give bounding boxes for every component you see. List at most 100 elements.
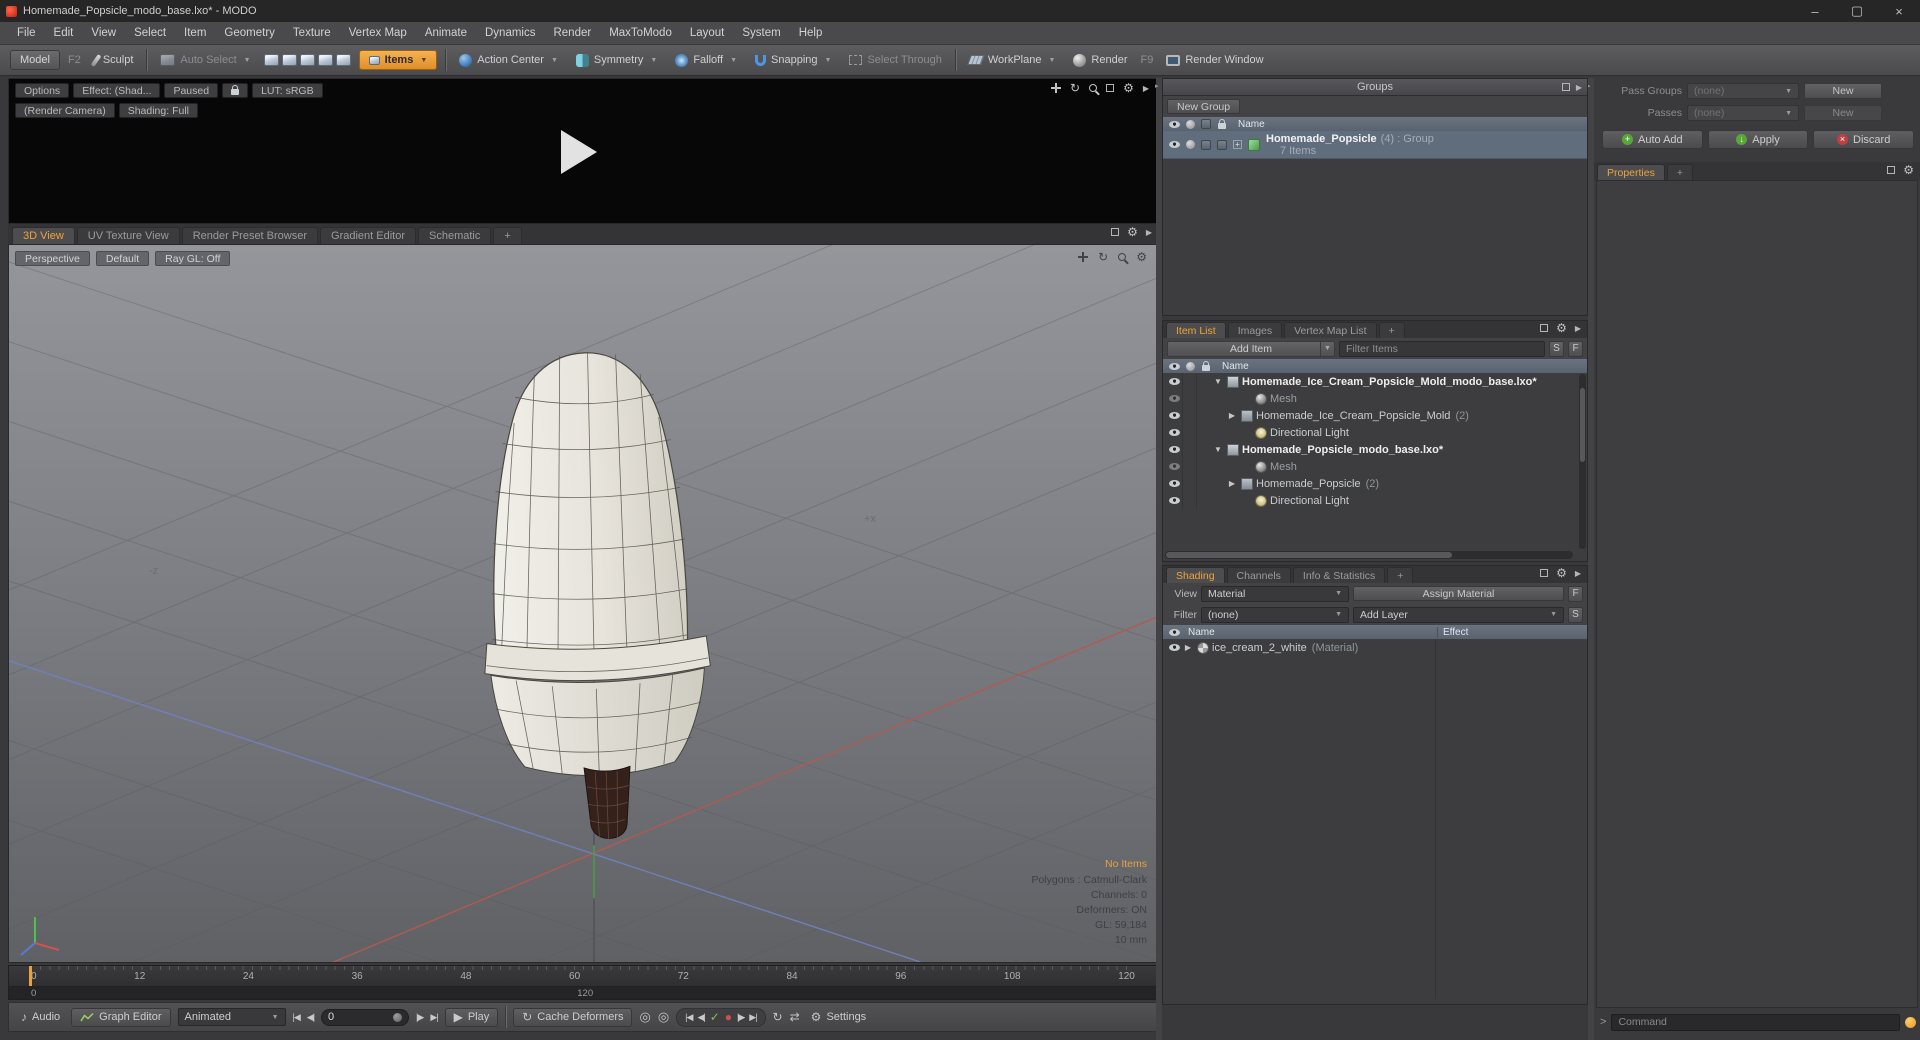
menu-dynamics[interactable]: Dynamics bbox=[476, 22, 544, 45]
panel-menu-icon[interactable]: ▶ bbox=[1143, 84, 1149, 93]
settings-button[interactable]: ⚙ Settings bbox=[807, 1008, 871, 1027]
maximize-panel-icon[interactable] bbox=[1887, 166, 1896, 174]
tab-properties[interactable]: Properties bbox=[1597, 164, 1665, 180]
horizontal-scrollbar[interactable] bbox=[1165, 551, 1573, 559]
item-row-mesh[interactable]: Mesh bbox=[1163, 458, 1587, 475]
shading-filter-select[interactable]: (none) ▼ bbox=[1201, 606, 1349, 623]
material-row[interactable]: ▶ ice_cream_2_white (Material) bbox=[1163, 639, 1587, 656]
visibility-eye-icon[interactable] bbox=[1168, 378, 1180, 385]
tab-gradient-editor[interactable]: Gradient Editor bbox=[320, 227, 416, 244]
shading-f-button[interactable]: F bbox=[1568, 585, 1583, 602]
expand-arrow-icon[interactable]: ▶ bbox=[1226, 479, 1238, 488]
symmetry-button[interactable]: Symmetry ▼ bbox=[571, 50, 662, 70]
vertices-mode-icon[interactable] bbox=[263, 54, 279, 66]
add-tab-button[interactable]: + bbox=[493, 227, 522, 244]
filter-items-input[interactable]: Filter Items bbox=[1339, 340, 1545, 357]
preview-options-button[interactable]: Options bbox=[15, 83, 70, 98]
item-row-homemade-ice-cream-popsicle-mold-modo-base-lxo[interactable]: ▼ Homemade_Ice_Cream_Popsicle_Mold_modo_b… bbox=[1163, 373, 1587, 390]
perspective-button[interactable]: Perspective bbox=[15, 251, 90, 266]
visibility-eye-icon[interactable] bbox=[1168, 395, 1180, 402]
preview-shading-button[interactable]: Shading: Full bbox=[118, 103, 198, 118]
visibility-eye-icon[interactable] bbox=[1168, 644, 1180, 651]
tab-render-preset-browser[interactable]: Render Preset Browser bbox=[181, 227, 319, 244]
tab-info-statistics[interactable]: Info & Statistics bbox=[1292, 567, 1386, 583]
panel-menu-icon[interactable]: ▶ bbox=[1146, 228, 1152, 237]
tab-3d-view[interactable]: 3D View bbox=[12, 227, 75, 244]
gear-icon[interactable]: ⚙ bbox=[1127, 226, 1138, 238]
visibility-eye-icon[interactable] bbox=[1168, 463, 1180, 470]
menu-help[interactable]: Help bbox=[790, 22, 832, 45]
expand-arrow-icon[interactable]: ▼ bbox=[1212, 445, 1224, 454]
passes-select[interactable]: (none) ▼ bbox=[1687, 105, 1799, 121]
pass-groups-select[interactable]: (none) ▼ bbox=[1687, 83, 1799, 99]
menu-geometry[interactable]: Geometry bbox=[215, 22, 284, 45]
action-center-button[interactable]: Action Center ▼ bbox=[454, 50, 563, 70]
command-history-icon[interactable] bbox=[1905, 1016, 1916, 1028]
visibility-eye-icon[interactable] bbox=[1168, 412, 1180, 419]
snapping-button[interactable]: Snapping ▼ bbox=[750, 50, 836, 70]
items-mode-button[interactable]: Items ▼ bbox=[358, 50, 438, 70]
tab-uv-texture-view[interactable]: UV Texture View bbox=[76, 227, 180, 244]
menu-vertex-map[interactable]: Vertex Map bbox=[340, 22, 416, 45]
visibility-eye-icon[interactable] bbox=[1168, 446, 1180, 453]
render-toggle-icon[interactable] bbox=[1185, 140, 1195, 149]
center-mode-icon[interactable] bbox=[335, 54, 351, 66]
actor-icon[interactable]: ◎ bbox=[639, 1009, 650, 1025]
maximize-panel-icon[interactable] bbox=[1561, 83, 1570, 91]
menu-system[interactable]: System bbox=[733, 22, 789, 45]
maximize-panel-icon[interactable] bbox=[1111, 228, 1120, 236]
selected-filter-button[interactable]: S bbox=[1549, 340, 1564, 357]
prev-key-alt-button[interactable]: ◀| bbox=[697, 1012, 705, 1023]
gear-icon[interactable]: ⚙ bbox=[1556, 322, 1567, 334]
maximize-panel-icon[interactable] bbox=[1540, 569, 1549, 577]
default-shading-button[interactable]: Default bbox=[95, 251, 150, 266]
shading-s-button[interactable]: S bbox=[1568, 606, 1583, 623]
menu-file[interactable]: File bbox=[8, 22, 45, 45]
pan-icon[interactable] bbox=[1078, 252, 1089, 262]
new-pass-button[interactable]: New bbox=[1804, 105, 1882, 121]
chevron-down-icon[interactable]: ▼ bbox=[1320, 341, 1334, 356]
gear-icon[interactable]: ⚙ bbox=[1123, 82, 1134, 94]
item-row-directional-light[interactable]: Directional Light bbox=[1163, 424, 1587, 441]
visibility-eye-icon[interactable] bbox=[1168, 480, 1180, 487]
tab-images[interactable]: Images bbox=[1227, 322, 1283, 338]
panel-menu-icon[interactable]: ▶ bbox=[1576, 83, 1582, 92]
rotate-icon[interactable]: ↻ bbox=[1098, 251, 1108, 263]
gear-icon[interactable]: ⚙ bbox=[1556, 567, 1567, 579]
preview-paused-button[interactable]: Paused bbox=[164, 83, 219, 98]
item-row-directional-light[interactable]: Directional Light bbox=[1163, 492, 1587, 509]
materials-mode-icon[interactable] bbox=[317, 54, 333, 66]
panel-menu-icon[interactable]: ▶ bbox=[1575, 569, 1581, 578]
polygons-mode-icon[interactable] bbox=[299, 54, 315, 66]
new-group-button[interactable]: New Group bbox=[1167, 99, 1241, 114]
cache-deformers-button[interactable]: ↻ Cache Deformers bbox=[513, 1007, 633, 1027]
filter-button[interactable]: F bbox=[1568, 340, 1583, 357]
playback-mode-select[interactable]: Animated ▼ bbox=[177, 1008, 286, 1026]
next-key-button[interactable]: |▶ bbox=[737, 1012, 745, 1023]
popsicle-model[interactable] bbox=[474, 348, 717, 844]
menu-render[interactable]: Render bbox=[544, 22, 600, 45]
gear-icon[interactable]: ⚙ bbox=[1136, 251, 1147, 263]
render-button[interactable]: Render bbox=[1068, 50, 1132, 70]
play-button[interactable]: ▶ Play bbox=[444, 1007, 499, 1027]
menu-layout[interactable]: Layout bbox=[681, 22, 734, 45]
go-end-button[interactable]: ▶| bbox=[430, 1012, 438, 1023]
shading-view-select[interactable]: Material ▼ bbox=[1201, 585, 1349, 602]
zoom-icon[interactable] bbox=[1118, 253, 1127, 261]
record-button[interactable]: ● bbox=[725, 1010, 732, 1024]
discard-button[interactable]: × Discard bbox=[1813, 130, 1915, 149]
minimize-button[interactable]: – bbox=[1794, 0, 1836, 22]
add-layer-select[interactable]: Add Layer ▼ bbox=[1353, 606, 1564, 623]
add-tab-button[interactable]: + bbox=[1378, 322, 1405, 338]
timeline-track[interactable]: 0 12 24 36 48 60 72 84 96 108 120 bbox=[9, 966, 1157, 987]
raygl-button[interactable]: Ray GL: Off bbox=[155, 251, 231, 266]
vertical-scrollbar[interactable] bbox=[1579, 374, 1586, 549]
loop-icon[interactable]: ↻ bbox=[773, 1011, 783, 1023]
checkbox-icon[interactable] bbox=[1201, 139, 1211, 150]
menu-texture[interactable]: Texture bbox=[284, 22, 340, 45]
menu-animate[interactable]: Animate bbox=[416, 22, 476, 45]
expand-plus-icon[interactable]: + bbox=[1233, 140, 1242, 149]
auto-key-toggle[interactable]: ✓ bbox=[710, 1010, 720, 1024]
apply-button[interactable]: ↓ Apply bbox=[1707, 130, 1809, 149]
checkbox-icon[interactable] bbox=[1217, 139, 1227, 150]
